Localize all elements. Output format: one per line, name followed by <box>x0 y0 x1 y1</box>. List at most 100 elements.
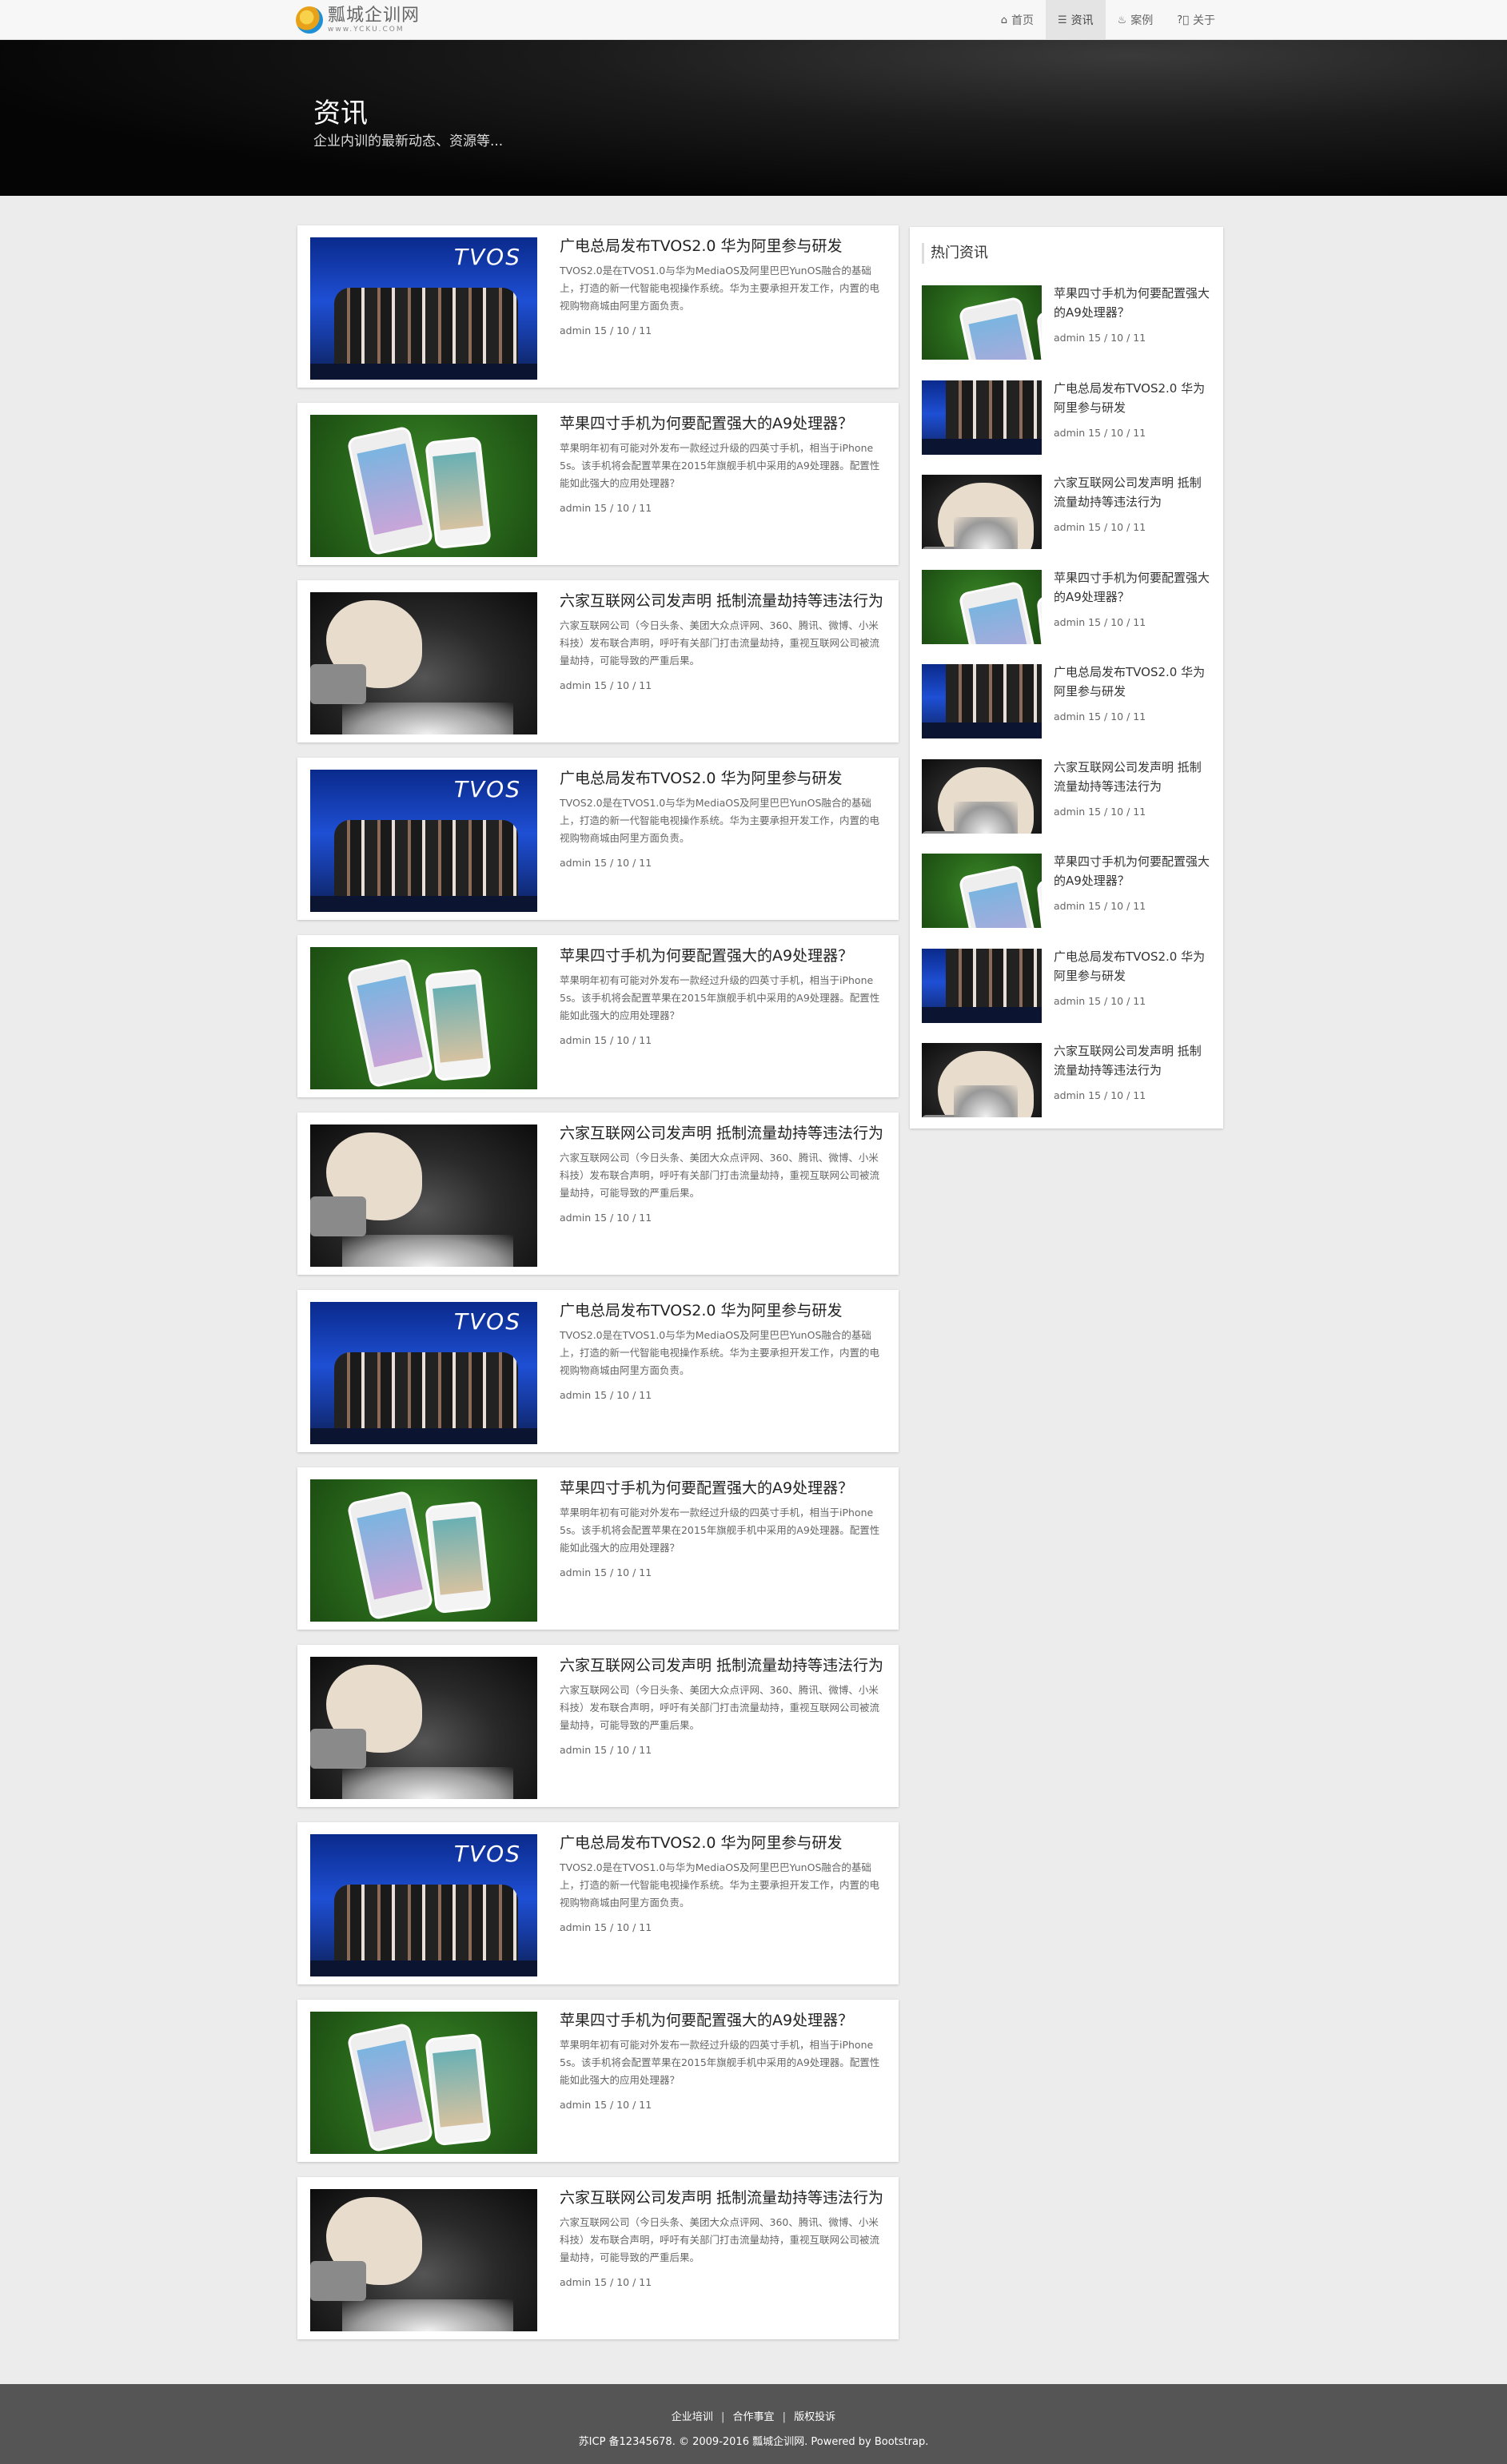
tvos-launch-image: TVOS <box>310 770 537 912</box>
footer-separator: | <box>720 2411 725 2423</box>
article-title[interactable]: 六家互联网公司发声明 抵制流量劫持等违法行为 <box>560 1122 887 1144</box>
article-card[interactable]: 苹果四寸手机为何要配置强大的A9处理器？ 苹果明年初有可能对外发布一款经过升级的四… <box>297 2000 899 2162</box>
iphone-image <box>310 2012 537 2154</box>
hot-news-title[interactable]: 苹果四寸手机为何要配置强大的A9处理器？ <box>1054 284 1211 322</box>
article-thumbnail[interactable] <box>310 415 537 557</box>
hot-news-thumbnail[interactable]: TVOS <box>922 948 1042 1023</box>
article-thumbnail[interactable] <box>310 1125 537 1267</box>
article-thumbnail[interactable] <box>310 592 537 734</box>
hot-news-thumbnail[interactable] <box>922 1043 1042 1117</box>
article-card[interactable]: 六家互联网公司发声明 抵制流量劫持等违法行为 六家互联网公司（今日头条、美团大众点… <box>297 1113 899 1275</box>
article-thumbnail[interactable] <box>310 2012 537 2154</box>
logo-icon <box>296 6 323 34</box>
hot-news-meta: admin 15 / 10 / 11 <box>1054 615 1146 628</box>
article-thumbnail[interactable]: TVOS <box>310 1302 537 1444</box>
article-meta: admin 15 / 10 / 11 <box>560 857 652 869</box>
nav-item-about[interactable]: ?⃝ 关于 <box>1165 0 1227 40</box>
hot-news-item[interactable]: 苹果四寸手机为何要配置强大的A9处理器？ admin 15 / 10 / 11 <box>922 568 1211 644</box>
article-card[interactable]: TVOS 广电总局发布TVOS2.0 华为阿里参与研发 TVOS2.0是在TVOS1… <box>297 1822 899 1984</box>
hot-news-thumbnail[interactable] <box>922 285 1042 360</box>
nav-label: 首页 <box>1011 14 1034 27</box>
hot-news-item[interactable]: 六家互联网公司发声明 抵制流量劫持等违法行为 admin 15 / 10 / 11 <box>922 475 1211 549</box>
article-title[interactable]: 广电总局发布TVOS2.0 华为阿里参与研发 <box>560 1832 887 1854</box>
article-title[interactable]: 苹果四寸手机为何要配置强大的A9处理器？ <box>560 2009 887 2032</box>
article-summary: TVOS2.0是在TVOS1.0与华为MediaOS及阿里巴巴YunOS融合的基… <box>560 1329 880 1376</box>
article-summary: 苹果明年初有可能对外发布一款经过升级的四英寸手机，相当于iPhone 5s。该手… <box>560 974 880 1021</box>
article-card[interactable]: TVOS 广电总局发布TVOS2.0 华为阿里参与研发 TVOS2.0是在TVOS1… <box>297 225 899 388</box>
hot-news-title[interactable]: 广电总局发布TVOS2.0 华为阿里参与研发 <box>1054 663 1211 701</box>
footer-link-copyright[interactable]: 版权投诉 <box>794 2411 835 2423</box>
footer-separator: | <box>782 2411 787 2423</box>
hot-news-meta: admin 15 / 10 / 11 <box>1054 994 1146 1007</box>
article-title[interactable]: 六家互联网公司发声明 抵制流量劫持等违法行为 <box>560 590 887 612</box>
article-title[interactable]: 苹果四寸手机为何要配置强大的A9处理器？ <box>560 1477 887 1499</box>
nav-item-cases[interactable]: ♨ 案例 <box>1106 0 1166 40</box>
article-card[interactable]: 苹果四寸手机为何要配置强大的A9处理器？ 苹果明年初有可能对外发布一款经过升级的四… <box>297 1467 899 1630</box>
hot-news-item[interactable]: 苹果四寸手机为何要配置强大的A9处理器？ admin 15 / 10 / 11 <box>922 285 1211 360</box>
question-circle-icon: ?⃝ <box>1177 14 1189 26</box>
article-meta: admin 15 / 10 / 11 <box>560 2099 652 2111</box>
hot-news-thumbnail[interactable] <box>922 758 1042 834</box>
hot-news-sidebar: 热门资讯 苹果四寸手机为何要配置强大的A9处理器？ admin 15 / 10 /… <box>910 227 1223 1129</box>
article-card[interactable]: 六家互联网公司发声明 抵制流量劫持等违法行为 六家互联网公司（今日头条、美团大众点… <box>297 2177 899 2339</box>
article-summary: 苹果明年初有可能对外发布一款经过升级的四英寸手机，相当于iPhone 5s。该手… <box>560 2039 880 2086</box>
article-card[interactable]: 六家互联网公司发声明 抵制流量劫持等违法行为 六家互联网公司（今日头条、美团大众点… <box>297 580 899 742</box>
article-card[interactable]: 苹果四寸手机为何要配置强大的A9处理器？ 苹果明年初有可能对外发布一款经过升级的四… <box>297 935 899 1097</box>
article-list: TVOS 广电总局发布TVOS2.0 华为阿里参与研发 TVOS2.0是在TVOS1… <box>297 225 899 2355</box>
tvos-launch-image: TVOS <box>922 948 1042 1023</box>
article-card[interactable]: 苹果四寸手机为何要配置强大的A9处理器？ 苹果明年初有可能对外发布一款经过升级的四… <box>297 403 899 565</box>
article-thumbnail[interactable] <box>310 1479 537 1622</box>
footer-link-cooperation[interactable]: 合作事宜 <box>732 2411 774 2423</box>
iphone-image <box>922 569 1042 644</box>
article-summary: 苹果明年初有可能对外发布一款经过升级的四英寸手机，相当于iPhone 5s。该手… <box>560 1507 880 1554</box>
hot-news-item[interactable]: 六家互联网公司发声明 抵制流量劫持等违法行为 admin 15 / 10 / 11 <box>922 758 1211 834</box>
hot-news-thumbnail[interactable]: TVOS <box>922 380 1042 455</box>
site-logo[interactable]: 瓢城企训网 www.YCKU.COM <box>296 4 420 36</box>
hot-news-title[interactable]: 六家互联网公司发声明 抵制流量劫持等违法行为 <box>1054 473 1211 512</box>
article-title[interactable]: 六家互联网公司发声明 抵制流量劫持等违法行为 <box>560 2187 887 2209</box>
article-meta: admin 15 / 10 / 11 <box>560 1744 652 1756</box>
article-card[interactable]: TVOS 广电总局发布TVOS2.0 华为阿里参与研发 TVOS2.0是在TVOS1… <box>297 1290 899 1452</box>
hot-news-item[interactable]: TVOS 广电总局发布TVOS2.0 华为阿里参与研发 admin 15 / 10 … <box>922 380 1211 455</box>
article-title[interactable]: 六家互联网公司发声明 抵制流量劫持等违法行为 <box>560 1654 887 1677</box>
hot-news-title[interactable]: 广电总局发布TVOS2.0 华为阿里参与研发 <box>1054 379 1211 417</box>
article-title[interactable]: 苹果四寸手机为何要配置强大的A9处理器？ <box>560 945 887 967</box>
hot-news-item[interactable]: 苹果四寸手机为何要配置强大的A9处理器？ admin 15 / 10 / 11 <box>922 854 1211 928</box>
nav-item-home[interactable]: ⌂ 首页 <box>989 0 1046 40</box>
hot-news-title[interactable]: 苹果四寸手机为何要配置强大的A9处理器？ <box>1054 568 1211 607</box>
hot-news-title[interactable]: 广电总局发布TVOS2.0 华为阿里参与研发 <box>1054 947 1211 985</box>
main-nav: ⌂ 首页 ☰ 资讯 ♨ 案例 ?⃝ 关于 <box>989 0 1227 40</box>
hot-news-item[interactable]: TVOS 广电总局发布TVOS2.0 华为阿里参与研发 admin 15 / 10 … <box>922 947 1211 1023</box>
hot-news-thumbnail[interactable] <box>922 854 1042 928</box>
article-title[interactable]: 广电总局发布TVOS2.0 华为阿里参与研发 <box>560 235 887 257</box>
article-meta: admin 15 / 10 / 11 <box>560 1212 652 1224</box>
article-card[interactable]: TVOS 广电总局发布TVOS2.0 华为阿里参与研发 TVOS2.0是在TVOS1… <box>297 758 899 920</box>
footer-link-training[interactable]: 企业培训 <box>672 2411 713 2423</box>
hot-news-thumbnail[interactable] <box>922 569 1042 644</box>
iphone-image <box>922 854 1042 928</box>
article-meta: admin 15 / 10 / 11 <box>560 1034 652 1046</box>
hot-news-title[interactable]: 六家互联网公司发声明 抵制流量劫持等违法行为 <box>1054 1041 1211 1080</box>
tvos-launch-image: TVOS <box>310 1302 537 1444</box>
article-thumbnail[interactable] <box>310 947 537 1089</box>
hot-news-title[interactable]: 苹果四寸手机为何要配置强大的A9处理器？ <box>1054 852 1211 890</box>
hot-news-thumbnail[interactable] <box>922 475 1042 549</box>
article-card[interactable]: 六家互联网公司发声明 抵制流量劫持等违法行为 六家互联网公司（今日头条、美团大众点… <box>297 1645 899 1807</box>
article-title[interactable]: 广电总局发布TVOS2.0 华为阿里参与研发 <box>560 767 887 790</box>
hot-news-title[interactable]: 六家互联网公司发声明 抵制流量劫持等违法行为 <box>1054 758 1211 796</box>
hot-news-item[interactable]: 六家互联网公司发声明 抵制流量劫持等违法行为 admin 15 / 10 / 11 <box>922 1043 1211 1117</box>
nav-item-news[interactable]: ☰ 资讯 <box>1045 0 1106 40</box>
hot-news-item[interactable]: TVOS 广电总局发布TVOS2.0 华为阿里参与研发 admin 15 / 10 … <box>922 664 1211 738</box>
page-subtitle: 企业内训的最新动态、资源等... <box>313 133 504 149</box>
hot-news-thumbnail[interactable]: TVOS <box>922 664 1042 738</box>
footer-links: 企业培训 | 合作事宜 | 版权投诉 <box>0 2408 1507 2423</box>
article-title[interactable]: 苹果四寸手机为何要配置强大的A9处理器？ <box>560 412 887 435</box>
hot-news-meta: admin 15 / 10 / 11 <box>1054 900 1146 912</box>
article-thumbnail[interactable] <box>310 1657 537 1799</box>
article-thumbnail[interactable]: TVOS <box>310 770 537 912</box>
article-thumbnail[interactable]: TVOS <box>310 237 537 380</box>
article-thumbnail[interactable] <box>310 2189 537 2331</box>
article-thumbnail[interactable]: TVOS <box>310 1834 537 1976</box>
article-meta: admin 15 / 10 / 11 <box>560 1389 652 1401</box>
article-title[interactable]: 广电总局发布TVOS2.0 华为阿里参与研发 <box>560 1300 887 1322</box>
